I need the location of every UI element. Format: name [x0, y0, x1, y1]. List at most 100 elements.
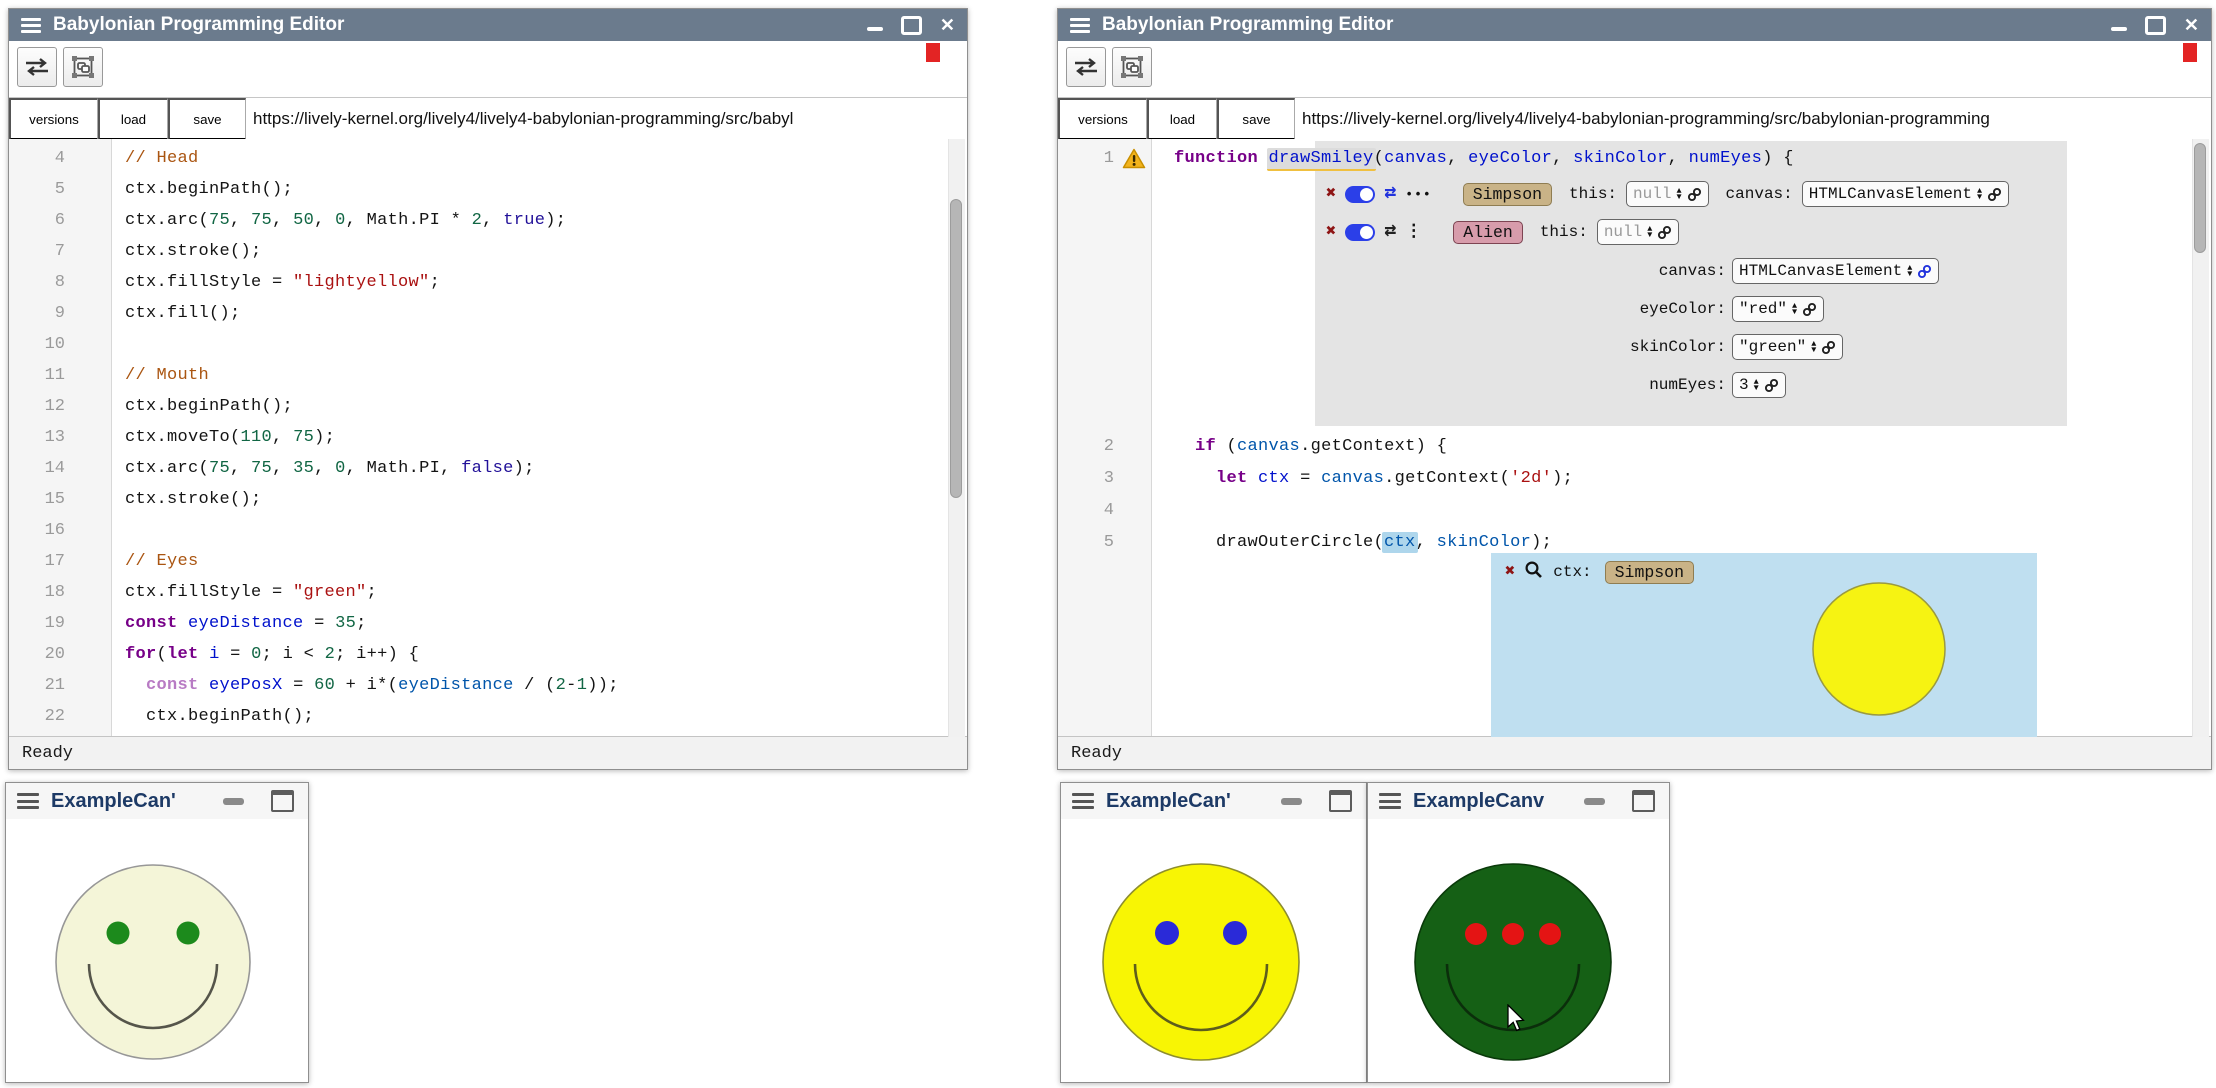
delete-probe-icon[interactable]: ✖	[1505, 564, 1515, 581]
scrollbar[interactable]	[2192, 139, 2209, 737]
spinner-down-icon[interactable]: ▼	[1792, 309, 1797, 316]
trace-arrows-icon[interactable]: ⇄	[1384, 222, 1396, 242]
code-line-14[interactable]: 14ctx.arc(75, 75, 35, 0, Math.PI, false)…	[9, 453, 967, 484]
maximize-icon[interactable]	[1632, 790, 1655, 812]
example-menu-icon[interactable]: ⋮	[1405, 224, 1422, 241]
minimize-icon[interactable]	[223, 798, 244, 805]
titlebar[interactable]: ExampleCanv	[1368, 783, 1669, 820]
minimize-icon[interactable]	[1281, 798, 1302, 805]
versions-button[interactable]: versions	[1058, 98, 1147, 140]
code-line-21[interactable]: 21 const eyePosX = 60 + i*(eyeDistance /…	[9, 670, 967, 701]
example-name-badge[interactable]: Simpson	[1463, 183, 1552, 206]
example-name-badge[interactable]: Alien	[1453, 221, 1523, 244]
spinner-down-icon[interactable]: ▼	[1811, 347, 1816, 354]
maximize-icon[interactable]	[271, 790, 294, 812]
value-box[interactable]: "red"▲▼	[1732, 296, 1824, 322]
delete-example-icon[interactable]: ✖	[1326, 186, 1336, 203]
code-line-8[interactable]: 8ctx.fillStyle = "lightyellow";	[9, 267, 967, 298]
enable-toggle-icon[interactable]	[1345, 186, 1375, 203]
value-spinner[interactable]: ▲▼	[1754, 379, 1759, 392]
titlebar[interactable]: Babylonian Programming Editor ✕	[1058, 9, 2211, 41]
code-line-20[interactable]: 20for(let i = 0; i < 2; i++) {	[9, 639, 967, 670]
window-menu-icon[interactable]	[17, 793, 39, 809]
magnifier-icon[interactable]	[1524, 560, 1544, 585]
value-spinner[interactable]: ▲▼	[1676, 188, 1681, 201]
minimize-icon[interactable]	[1584, 798, 1605, 805]
close-icon[interactable]: ✕	[940, 16, 955, 34]
selection-tool-button[interactable]	[1112, 47, 1152, 87]
save-button[interactable]: save	[168, 98, 246, 140]
code-line-11[interactable]: 11// Mouth	[9, 360, 967, 391]
window-menu-icon[interactable]	[21, 18, 41, 33]
value-box[interactable]: null▲▼	[1626, 181, 1709, 207]
delete-example-icon[interactable]: ✖	[1326, 224, 1336, 241]
code-line-12[interactable]: 12ctx.beginPath();	[9, 391, 967, 422]
url-field[interactable]: https://lively-kernel.org/lively4/lively…	[246, 98, 967, 140]
link-icon[interactable]	[1987, 187, 2002, 202]
value-box[interactable]: HTMLCanvasElement▲▼	[1802, 181, 2009, 207]
swap-arrows-button[interactable]	[1066, 47, 1106, 87]
titlebar[interactable]: ExampleCan'	[1061, 783, 1366, 820]
value-spinner[interactable]: ▲▼	[1907, 265, 1912, 278]
code-line-4[interactable]: 4// Head	[9, 143, 967, 174]
code-line-5[interactable]: 5 drawOuterCircle(ctx, skinColor);	[1058, 527, 2211, 558]
spinner-down-icon[interactable]: ▼	[1754, 385, 1759, 392]
titlebar[interactable]: Babylonian Programming Editor ✕	[9, 9, 967, 41]
value-box[interactable]: 3▲▼	[1732, 372, 1786, 398]
versions-button[interactable]: versions	[9, 98, 98, 140]
warning-icon[interactable]	[1122, 148, 1146, 175]
close-icon[interactable]: ✕	[2184, 16, 2199, 34]
link-icon[interactable]	[1802, 302, 1817, 317]
code-editor[interactable]: 4// Head5ctx.beginPath();6ctx.arc(75, 75…	[9, 139, 967, 737]
window-menu-icon[interactable]	[1379, 793, 1401, 809]
code-line-22[interactable]: 22 ctx.beginPath();	[9, 701, 967, 732]
code-line-9[interactable]: 9ctx.fill();	[9, 298, 967, 329]
value-box[interactable]: "green"▲▼	[1732, 334, 1843, 360]
code-line-13[interactable]: 13ctx.moveTo(110, 75);	[9, 422, 967, 453]
code-line-1[interactable]: 1function drawSmiley(canvas, eyeColor, s…	[1058, 143, 2211, 174]
code-line-19[interactable]: 19const eyeDistance = 35;	[9, 608, 967, 639]
load-button[interactable]: load	[98, 98, 168, 140]
maximize-icon[interactable]	[901, 16, 922, 35]
link-icon[interactable]	[1917, 264, 1932, 279]
code-line-15[interactable]: 15ctx.stroke();	[9, 484, 967, 515]
code-editor[interactable]: 1function drawSmiley(canvas, eyeColor, s…	[1058, 139, 2211, 737]
code-line-18[interactable]: 18ctx.fillStyle = "green";	[9, 577, 967, 608]
code-line-3[interactable]: 3 let ctx = canvas.getContext('2d');	[1058, 463, 2211, 494]
link-icon[interactable]	[1657, 225, 1672, 240]
spinner-down-icon[interactable]: ▼	[1977, 194, 1982, 201]
trace-arrows-icon[interactable]: ⇄	[1384, 184, 1396, 204]
minimize-icon[interactable]	[867, 27, 883, 31]
probe-example-badge[interactable]: Simpson	[1605, 561, 1694, 584]
value-box[interactable]: HTMLCanvasElement▲▼	[1732, 258, 1939, 284]
url-field[interactable]: https://lively-kernel.org/lively4/lively…	[1295, 98, 2211, 140]
minimize-icon[interactable]	[2111, 27, 2127, 31]
swap-arrows-button[interactable]	[17, 47, 57, 87]
value-spinner[interactable]: ▲▼	[1647, 226, 1652, 239]
link-icon[interactable]	[1821, 340, 1836, 355]
code-line-16[interactable]: 16	[9, 515, 967, 546]
link-icon[interactable]	[1687, 187, 1702, 202]
scrollbar-thumb[interactable]	[2194, 143, 2206, 253]
code-line-6[interactable]: 6ctx.arc(75, 75, 50, 0, Math.PI * 2, tru…	[9, 205, 967, 236]
code-line-7[interactable]: 7ctx.stroke();	[9, 236, 967, 267]
code-line-2[interactable]: 2 if (canvas.getContext) {	[1058, 431, 2211, 462]
value-spinner[interactable]: ▲▼	[1977, 188, 1982, 201]
code-line-10[interactable]: 10	[9, 329, 967, 360]
titlebar[interactable]: ExampleCan'	[6, 783, 308, 820]
value-spinner[interactable]: ▲▼	[1811, 341, 1816, 354]
link-icon[interactable]	[1764, 378, 1779, 393]
value-spinner[interactable]: ▲▼	[1792, 303, 1797, 316]
save-button[interactable]: save	[1217, 98, 1295, 140]
spinner-down-icon[interactable]: ▼	[1907, 271, 1912, 278]
maximize-icon[interactable]	[1329, 790, 1352, 812]
scrollbar[interactable]	[948, 139, 965, 737]
scrollbar-thumb[interactable]	[950, 199, 962, 498]
window-menu-icon[interactable]	[1072, 793, 1094, 809]
value-box[interactable]: null▲▼	[1597, 219, 1680, 245]
example-menu-icon[interactable]: •••	[1405, 187, 1431, 202]
selection-tool-button[interactable]	[63, 47, 103, 87]
code-line-4[interactable]: 4	[1058, 495, 2211, 526]
spinner-down-icon[interactable]: ▼	[1647, 232, 1652, 239]
code-line-5[interactable]: 5ctx.beginPath();	[9, 174, 967, 205]
